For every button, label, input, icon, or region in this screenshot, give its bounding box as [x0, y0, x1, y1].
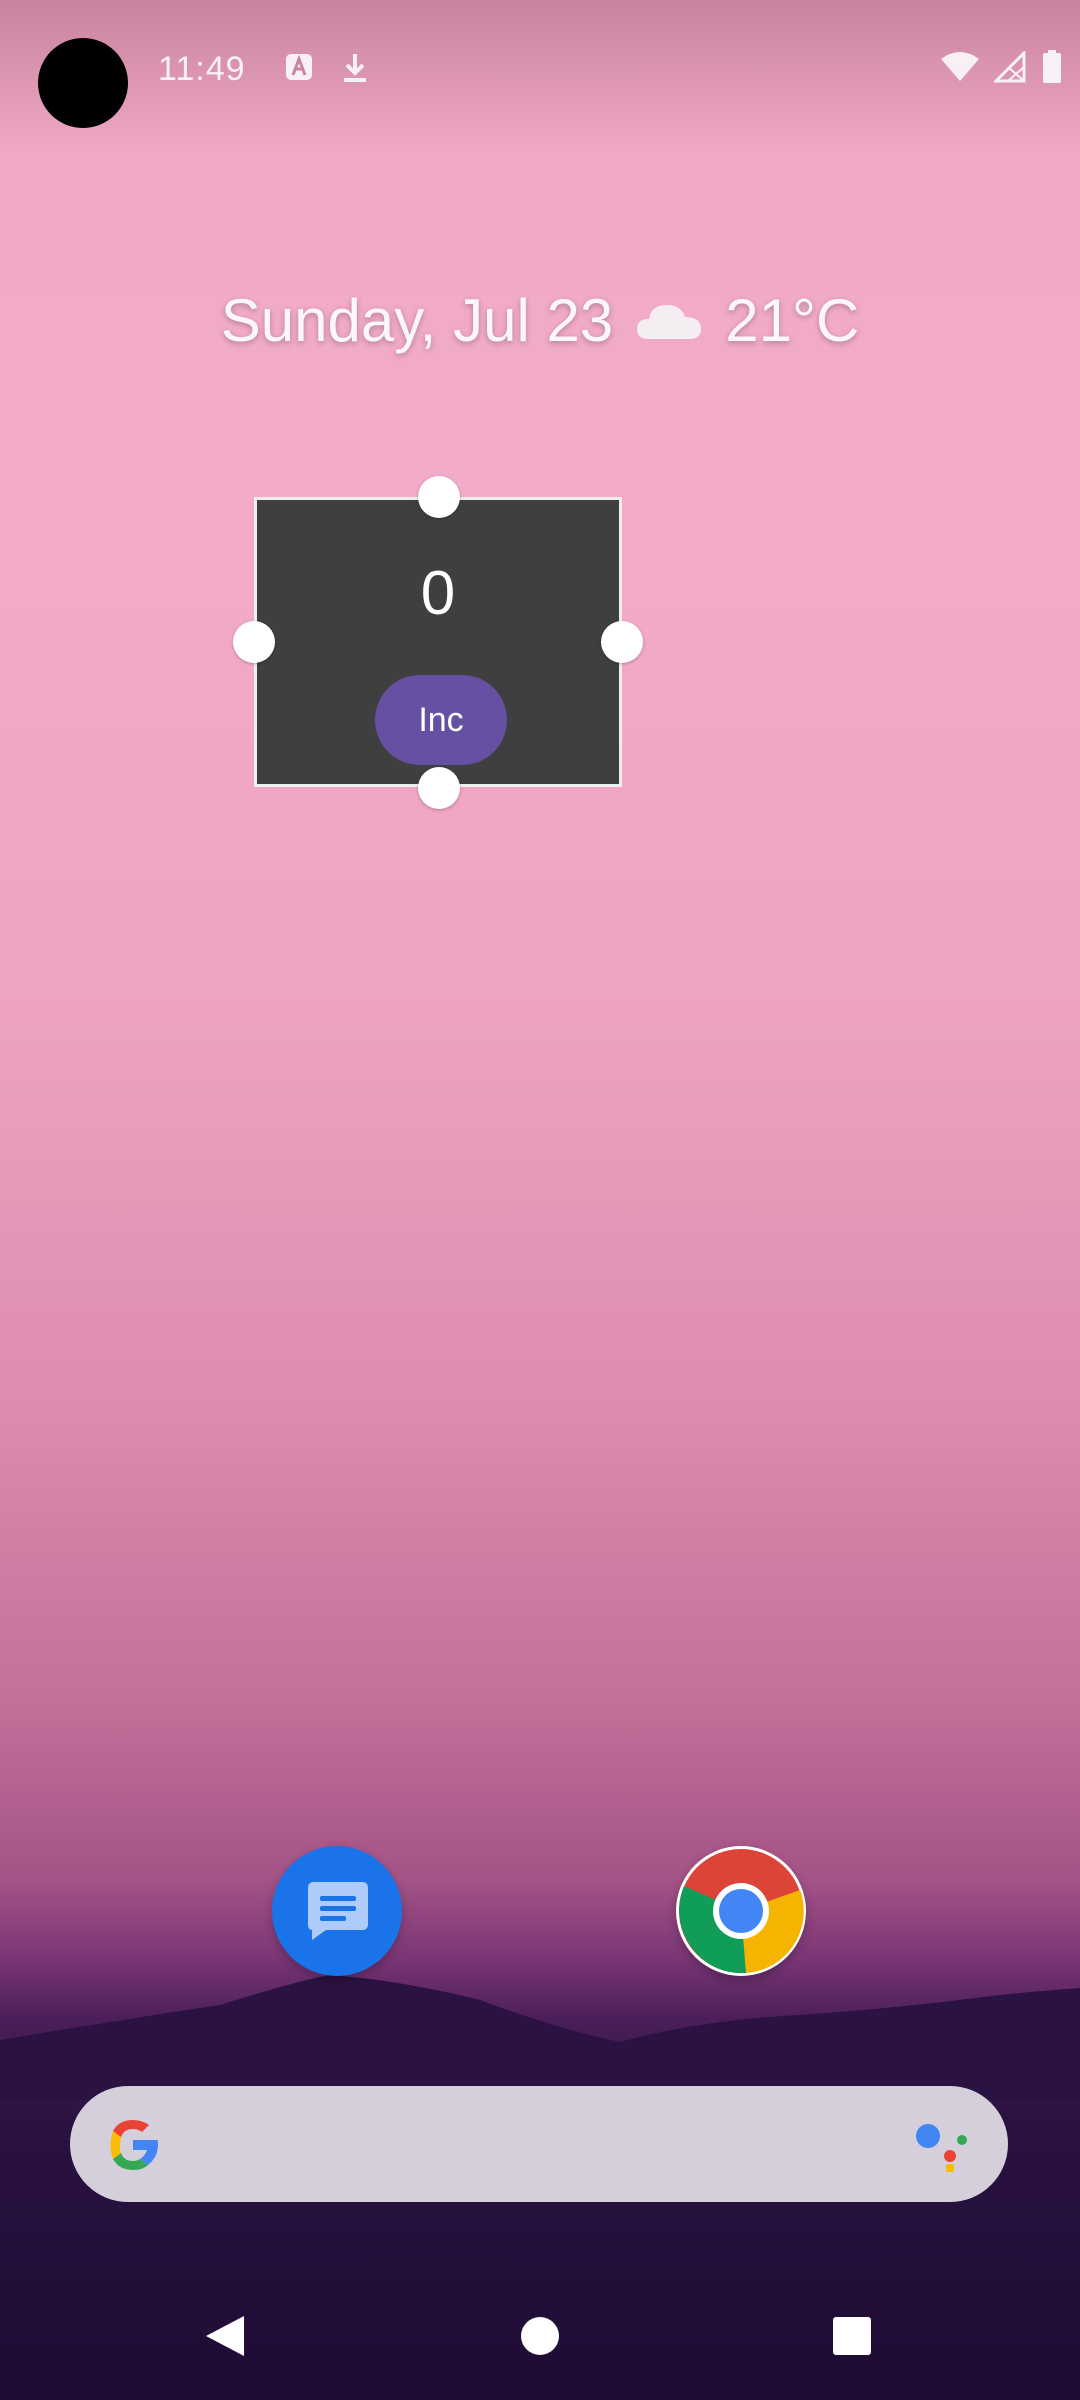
resize-handle-left[interactable]: [233, 621, 275, 663]
no-signal-icon: [992, 49, 1028, 88]
counter-widget[interactable]: 0 Inc: [254, 497, 622, 787]
resize-handle-top[interactable]: [418, 476, 460, 518]
chrome-icon[interactable]: [676, 1846, 806, 1976]
download-icon: [340, 52, 370, 82]
google-assistant-icon[interactable]: [914, 2118, 974, 2177]
temperature-text: 21°C: [725, 287, 860, 354]
status-right-icons: [940, 49, 1062, 89]
messages-icon[interactable]: [272, 1846, 402, 1976]
wifi-icon: [940, 51, 980, 88]
home-button[interactable]: [520, 2316, 560, 2361]
back-button[interactable]: [204, 2314, 246, 2363]
status-time: 11:49: [158, 50, 246, 88]
resize-handle-right[interactable]: [601, 621, 643, 663]
at-a-glance[interactable]: Sunday, Jul 23 21°C: [0, 286, 1080, 355]
recents-button[interactable]: [832, 2316, 872, 2361]
cloud-icon: [635, 286, 703, 355]
camera-cutout: [38, 38, 128, 128]
mountains-silhouette: [0, 1975, 1080, 2100]
android-auto-icon: [284, 52, 314, 82]
counter-value: 0: [420, 559, 456, 628]
google-g-icon[interactable]: [102, 2114, 164, 2181]
resize-handle-bottom[interactable]: [418, 767, 460, 809]
inc-button[interactable]: Inc: [375, 675, 507, 765]
battery-icon: [1042, 50, 1062, 89]
date-text: Sunday, Jul 23: [220, 287, 614, 354]
google-search-bar[interactable]: [70, 2086, 1008, 2202]
